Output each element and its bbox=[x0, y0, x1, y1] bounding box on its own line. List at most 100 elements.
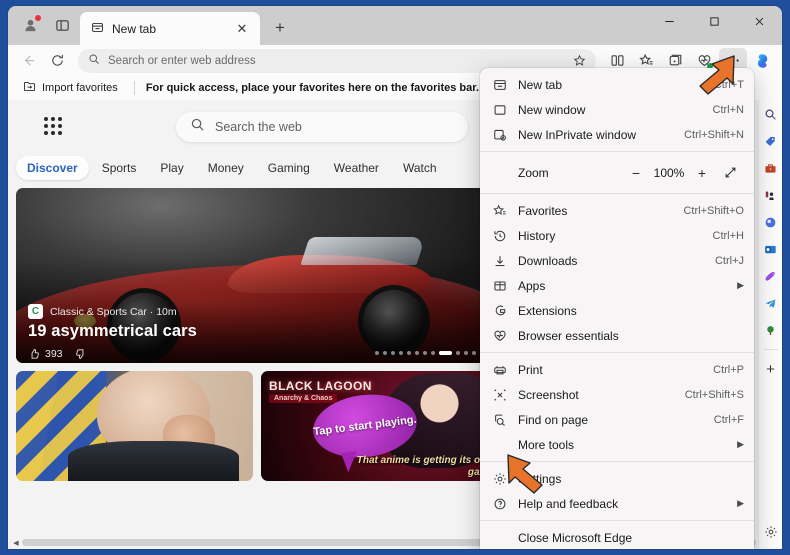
address-bar-placeholder: Search or enter web address bbox=[108, 54, 256, 67]
rail-separator bbox=[763, 349, 778, 350]
printer-icon bbox=[492, 362, 507, 377]
menu-item-extensions[interactable]: Extensions bbox=[480, 298, 754, 323]
menu-item-browser-essentials[interactable]: Browser essentials bbox=[480, 323, 754, 348]
ntp-nav-sports[interactable]: Sports bbox=[91, 156, 148, 180]
menu-item-screenshot[interactable]: Screenshot Ctrl+Shift+S bbox=[480, 382, 754, 407]
menu-item-label: Browser essentials bbox=[518, 328, 619, 343]
sidebar-settings-button[interactable] bbox=[761, 522, 781, 542]
profile-avatar[interactable] bbox=[16, 12, 44, 40]
favorites-bar-message: For quick access, place your favorites h… bbox=[145, 82, 479, 94]
ntp-nav-discover[interactable]: Discover bbox=[16, 156, 89, 180]
menu-item-settings[interactable]: Settings bbox=[480, 466, 754, 491]
tab-strip: New tab ✕ + bbox=[8, 6, 782, 45]
new-tab-button[interactable]: + bbox=[266, 14, 294, 42]
menu-item-new-window[interactable]: New window Ctrl+N bbox=[480, 97, 754, 122]
zoom-in-button[interactable]: + bbox=[688, 161, 716, 185]
telegram-icon[interactable] bbox=[761, 293, 781, 313]
close-window-button[interactable] bbox=[737, 6, 782, 36]
copilot-icon[interactable] bbox=[761, 212, 781, 232]
menu-item-new-tab[interactable]: New tab Ctrl+T bbox=[480, 72, 754, 97]
minimize-button[interactable] bbox=[647, 6, 692, 36]
settings-and-more-menu: New tab Ctrl+T New window Ctrl+N New InP… bbox=[480, 68, 754, 549]
feed-card-news-photo[interactable] bbox=[16, 371, 253, 481]
menu-item-label: More tools bbox=[518, 437, 575, 452]
menu-item-zoom: Zoom − 100% + bbox=[480, 156, 754, 189]
tree-icon[interactable] bbox=[761, 320, 781, 340]
activity-sidebar: + bbox=[758, 100, 782, 549]
scroll-left-arrow[interactable]: ◀ bbox=[10, 539, 22, 547]
search-icon[interactable] bbox=[761, 104, 781, 124]
menu-item-label: New window bbox=[518, 102, 586, 117]
menu-item-label: Extensions bbox=[518, 303, 577, 318]
import-favorites-icon bbox=[23, 80, 36, 96]
publisher-name: Classic & Sports Car · 10m bbox=[50, 305, 177, 318]
menu-item-accelerator: Ctrl+J bbox=[714, 254, 744, 267]
menu-item-close-microsoft-edge[interactable]: Close Microsoft Edge bbox=[480, 525, 754, 549]
hero-actions: 393 bbox=[28, 348, 87, 360]
tools-briefcase-icon[interactable] bbox=[761, 158, 781, 178]
inprivate-icon bbox=[492, 127, 507, 142]
import-favorites-label: Import favorites bbox=[42, 82, 118, 94]
web-search-input[interactable]: Search the web bbox=[176, 112, 468, 142]
screenshot-icon bbox=[492, 387, 507, 402]
tab-actions-button[interactable] bbox=[48, 12, 76, 40]
tab-new-tab[interactable]: New tab ✕ bbox=[80, 12, 260, 45]
import-favorites-button[interactable]: Import favorites bbox=[18, 78, 123, 98]
history-clock-icon bbox=[492, 228, 507, 243]
shopping-tag-icon[interactable] bbox=[761, 131, 781, 151]
ntp-nav-gaming[interactable]: Gaming bbox=[257, 156, 321, 180]
menu-item-downloads[interactable]: Downloads Ctrl+J bbox=[480, 248, 754, 273]
menu-separator bbox=[480, 520, 754, 521]
menu-item-help-and-feedback[interactable]: Help and feedback ▶ bbox=[480, 491, 754, 516]
refresh-button[interactable] bbox=[43, 48, 71, 74]
ntp-nav-watch[interactable]: Watch bbox=[392, 156, 448, 180]
games-icon[interactable] bbox=[761, 185, 781, 205]
menu-item-more-tools[interactable]: More tools ▶ bbox=[480, 432, 754, 457]
menu-item-history[interactable]: History Ctrl+H bbox=[480, 223, 754, 248]
app-launcher-icon[interactable] bbox=[40, 113, 66, 139]
designer-icon[interactable] bbox=[761, 266, 781, 286]
like-count: 393 bbox=[45, 348, 63, 360]
ntp-nav-play[interactable]: Play bbox=[149, 156, 194, 180]
menu-separator bbox=[480, 151, 754, 152]
menu-item-accelerator: Ctrl+T bbox=[713, 78, 744, 91]
zoom-level-value: 100% bbox=[653, 165, 685, 180]
back-button[interactable] bbox=[14, 48, 42, 74]
gear-icon bbox=[492, 471, 507, 486]
ntp-nav-money[interactable]: Money bbox=[197, 156, 255, 180]
menu-item-find-on-page[interactable]: Find on page Ctrl+F bbox=[480, 407, 754, 432]
help-question-icon bbox=[492, 496, 507, 511]
menu-item-apps[interactable]: Apps ▶ bbox=[480, 273, 754, 298]
find-magnifier-icon bbox=[492, 412, 507, 427]
menu-item-favorites[interactable]: Favorites Ctrl+Shift+O bbox=[480, 198, 754, 223]
profile-notification-dot bbox=[35, 14, 41, 21]
zoom-out-button[interactable]: − bbox=[622, 161, 650, 185]
close-tab-icon[interactable]: ✕ bbox=[232, 19, 252, 39]
chevron-right-icon: ▶ bbox=[737, 498, 744, 508]
menu-item-accelerator: Ctrl+H bbox=[712, 229, 744, 242]
new-window-icon bbox=[492, 102, 507, 117]
tab-title: New tab bbox=[112, 21, 157, 36]
menu-item-print[interactable]: Print Ctrl+P bbox=[480, 357, 754, 382]
hero-carousel-dots[interactable] bbox=[375, 351, 484, 355]
ad-brand-title: BLACK LAGOON bbox=[269, 379, 372, 393]
ad-brand-subtitle: Anarchy & Chaos bbox=[269, 394, 338, 403]
outlook-icon[interactable] bbox=[761, 239, 781, 259]
like-button[interactable]: 393 bbox=[28, 348, 63, 360]
feed-card-game-ad[interactable]: BLACK LAGOON Anarchy & Chaos Tap to star… bbox=[261, 371, 498, 481]
heart-pulse-icon bbox=[492, 328, 507, 343]
menu-item-new-inprivate-window[interactable]: New InPrivate window Ctrl+Shift+N bbox=[480, 122, 754, 147]
publisher-logo: C bbox=[28, 304, 43, 319]
maximize-button[interactable] bbox=[692, 6, 737, 36]
copilot-button[interactable] bbox=[748, 48, 776, 74]
ntp-nav-weather[interactable]: Weather bbox=[323, 156, 390, 180]
fullscreen-button[interactable] bbox=[716, 161, 744, 185]
menu-item-label: History bbox=[518, 228, 556, 243]
menu-item-accelerator: Ctrl+Shift+N bbox=[684, 128, 744, 141]
feed-hero-card[interactable]: C Classic & Sports Car · 10m 19 asymmetr… bbox=[16, 188, 498, 363]
menu-item-label: New InPrivate window bbox=[518, 127, 637, 142]
chevron-right-icon: ▶ bbox=[737, 280, 744, 290]
dislike-button[interactable] bbox=[75, 348, 87, 360]
menu-item-accelerator: Ctrl+Shift+S bbox=[684, 388, 744, 401]
add-sidebar-app-button[interactable]: + bbox=[761, 359, 781, 379]
